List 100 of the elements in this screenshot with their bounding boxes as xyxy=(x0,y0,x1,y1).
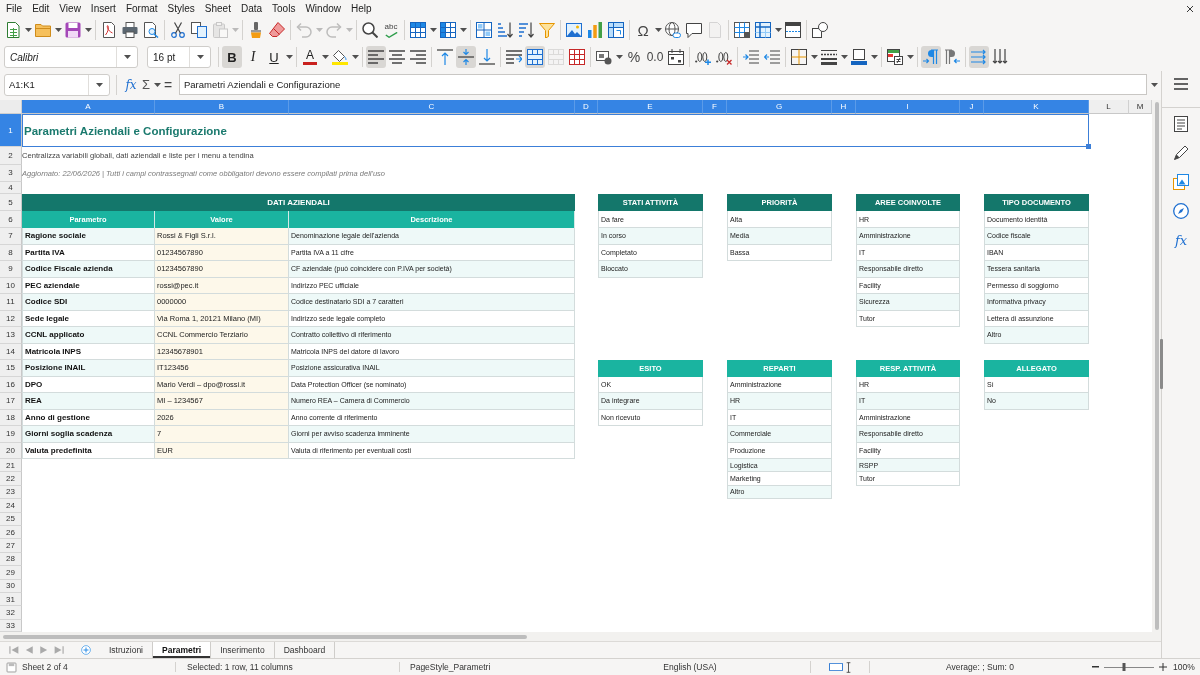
row-header[interactable]: 19 xyxy=(0,426,22,443)
unmerge-cells-button[interactable] xyxy=(567,46,587,68)
font-color-button[interactable]: A xyxy=(300,46,320,68)
scrollbar-thumb[interactable] xyxy=(3,634,527,639)
sheet-tab[interactable]: Parametri xyxy=(153,642,212,658)
menu-item[interactable]: Help xyxy=(346,0,377,17)
percent-format-button[interactable]: % xyxy=(624,46,644,68)
sheet-tab[interactable]: Inserimento xyxy=(211,642,275,658)
row-header[interactable]: 24 xyxy=(0,499,22,513)
row-header[interactable]: 32 xyxy=(0,606,22,620)
name-box[interactable]: A1:K1 xyxy=(4,73,110,96)
formula-input-field[interactable]: Parametri Aziendali e Configurazione xyxy=(179,74,1147,95)
date-format-button[interactable] xyxy=(666,46,686,68)
cut-button[interactable] xyxy=(168,19,188,41)
column-header[interactable]: A xyxy=(22,100,155,114)
styles-button[interactable] xyxy=(1171,145,1191,161)
print-preview-button[interactable] xyxy=(141,19,161,41)
menu-item[interactable]: Styles xyxy=(162,0,200,17)
column-header[interactable]: E xyxy=(598,100,703,114)
row-header[interactable]: 27 xyxy=(0,539,22,553)
print-button[interactable] xyxy=(120,19,140,41)
formula-button[interactable]: = xyxy=(161,74,175,95)
font-size-field[interactable]: 16 pt xyxy=(147,46,211,68)
row-header[interactable]: 9 xyxy=(0,261,22,278)
split-window-button[interactable] xyxy=(783,19,803,41)
special-character-button[interactable]: Ω xyxy=(633,19,653,41)
function-wizard-button[interactable]: fx xyxy=(123,74,139,95)
row-header[interactable]: 15 xyxy=(0,360,22,377)
sidebar-menu-button[interactable] xyxy=(1171,76,1191,92)
menu-item[interactable]: Sheet xyxy=(199,0,236,17)
row-header[interactable]: 7 xyxy=(0,228,22,245)
caret-icon xyxy=(1150,82,1158,87)
row-header[interactable]: 11 xyxy=(0,294,22,311)
menu-item[interactable]: Data xyxy=(235,0,268,17)
border-color-button[interactable] xyxy=(849,46,869,68)
column-header[interactable]: K xyxy=(984,100,1089,114)
bold-button[interactable]: B xyxy=(222,46,242,68)
menu-item[interactable]: File xyxy=(1,0,28,17)
align-left-button[interactable] xyxy=(366,46,386,68)
row-header[interactable]: 22 xyxy=(0,472,22,486)
row-header[interactable]: 21 xyxy=(0,459,22,473)
navigator-button[interactable] xyxy=(1171,203,1191,219)
column-header[interactable]: H xyxy=(832,100,856,114)
sort-button[interactable] xyxy=(474,19,494,41)
row-header[interactable]: 5 xyxy=(0,194,22,211)
column-header[interactable]: F xyxy=(703,100,727,114)
properties-button[interactable] xyxy=(1171,116,1191,132)
close-document-button[interactable] xyxy=(1186,4,1194,13)
pivot-table-button[interactable] xyxy=(606,19,626,41)
row-header[interactable]: 2 xyxy=(0,147,22,165)
column-header[interactable]: C xyxy=(289,100,575,114)
align-bottom-button[interactable] xyxy=(477,46,497,68)
menu-item[interactable]: Edit xyxy=(27,0,55,17)
functions-button[interactable]: fx xyxy=(1171,232,1191,248)
row-header[interactable]: 13 xyxy=(0,327,22,344)
print-area-button[interactable] xyxy=(732,19,752,41)
menu-item[interactable]: View xyxy=(54,0,86,17)
column-header[interactable]: D xyxy=(575,100,598,114)
fill-handle[interactable] xyxy=(1086,144,1091,149)
menu-item[interactable]: Format xyxy=(120,0,163,17)
shapes-button[interactable] xyxy=(810,19,830,41)
underline-button[interactable]: U xyxy=(264,46,284,68)
borders-button[interactable] xyxy=(789,46,809,68)
conditional-format-button[interactable] xyxy=(885,46,905,68)
column-header[interactable]: J xyxy=(960,100,984,114)
sheet-tab[interactable]: Dashboard xyxy=(274,642,336,658)
row-header[interactable]: 6 xyxy=(0,211,22,228)
row-header[interactable]: 29 xyxy=(0,566,22,580)
horizontal-scrollbar[interactable] xyxy=(0,632,1161,641)
find-replace-button[interactable] xyxy=(360,19,380,41)
zoom-in-button[interactable] xyxy=(1158,661,1168,673)
left-to-right-button[interactable] xyxy=(921,46,941,68)
column-header[interactable]: G xyxy=(727,100,832,114)
italic-button[interactable]: I xyxy=(243,46,263,68)
number-format-button[interactable]: 0.0 xyxy=(645,46,665,68)
menu-item[interactable]: Window xyxy=(300,0,346,17)
sidebar-grip[interactable] xyxy=(1160,339,1163,389)
merge-and-center-button[interactable] xyxy=(525,46,545,68)
column-header[interactable]: L xyxy=(1089,100,1129,114)
row-header[interactable]: 4 xyxy=(0,182,22,194)
slider-thumb[interactable] xyxy=(1122,663,1126,671)
row-header[interactable]: 17 xyxy=(0,393,22,410)
columns-button[interactable] xyxy=(438,19,458,41)
menu-item[interactable]: Insert xyxy=(85,0,121,17)
column-header[interactable]: B xyxy=(155,100,289,114)
menu-item[interactable]: Tools xyxy=(267,0,301,17)
font-name-field[interactable]: Calibri xyxy=(4,46,138,68)
hyperlink-button[interactable] xyxy=(663,19,683,41)
insert-chart-button[interactable] xyxy=(585,19,605,41)
freeze-panes-button[interactable] xyxy=(753,19,773,41)
align-top-button[interactable] xyxy=(435,46,455,68)
rows-button[interactable] xyxy=(408,19,428,41)
column-header[interactable]: M xyxy=(1129,100,1152,114)
spelling-button[interactable]: abc xyxy=(381,19,401,41)
align-middle-button[interactable] xyxy=(456,46,476,68)
column-header[interactable]: I xyxy=(856,100,960,114)
gallery-button[interactable] xyxy=(1171,174,1191,190)
row-header[interactable]: 1 xyxy=(0,114,22,147)
copy-button[interactable] xyxy=(189,19,209,41)
sum-button[interactable]: Σ xyxy=(139,74,153,95)
